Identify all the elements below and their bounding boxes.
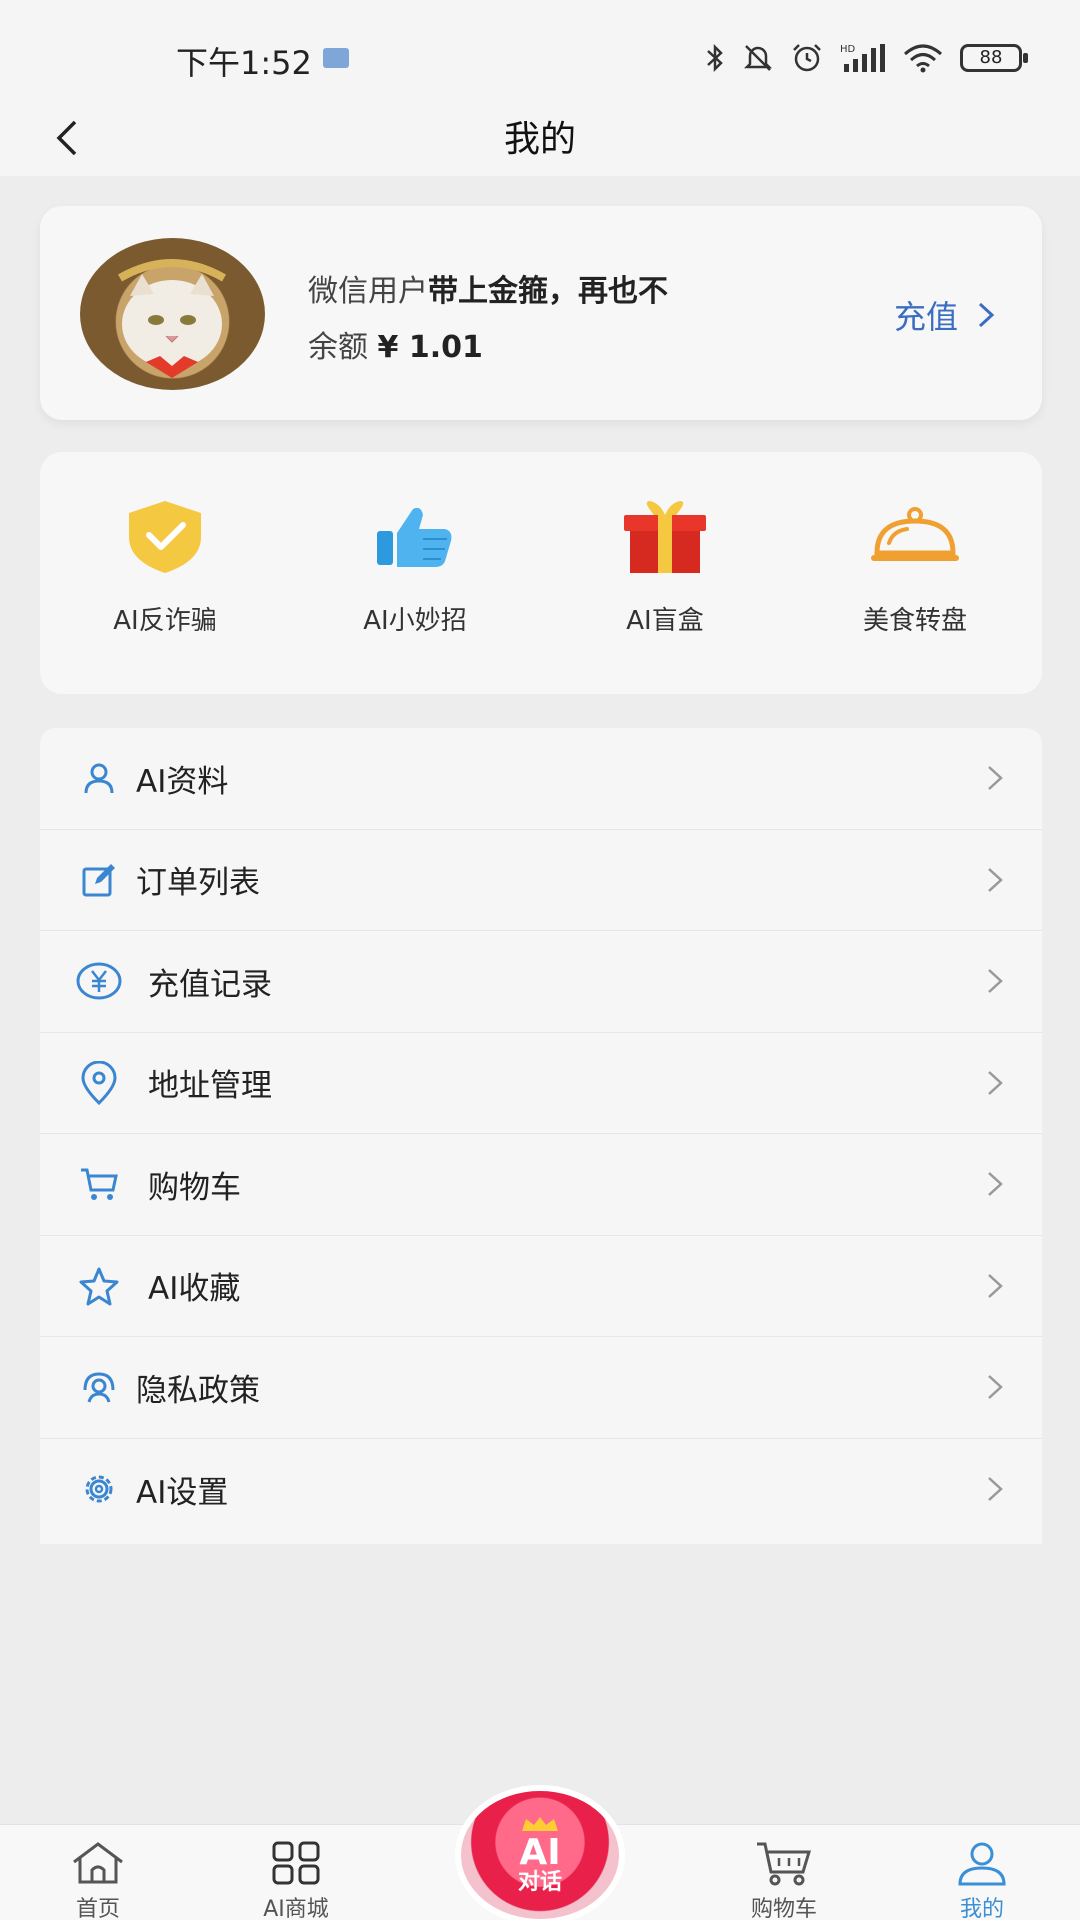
profile-card[interactable]: 微信用户带上金箍，再也不 余额 ¥ 1.01 充值 — [40, 206, 1042, 420]
svg-text:HD: HD — [840, 44, 856, 55]
battery-indicator: 88 — [960, 44, 1028, 72]
menu-item-cart[interactable]: 购物车 — [40, 1134, 1042, 1236]
menu-label: 地址管理 — [148, 1068, 272, 1105]
tab-label: 首页 — [75, 1897, 120, 1920]
shield-check-icon — [129, 501, 201, 573]
gift-box-icon — [624, 501, 706, 573]
yen-circle-icon — [76, 962, 122, 1000]
cart-icon — [81, 1168, 118, 1201]
star-icon — [79, 1267, 119, 1306]
tool-label: AI盲盒 — [626, 606, 704, 636]
bluetooth-icon — [707, 43, 723, 73]
tab-label: 我的 — [959, 1897, 1004, 1920]
menu-item-settings[interactable]: AI设置 — [40, 1439, 1042, 1541]
food-cloche-icon — [871, 507, 959, 561]
balance-value: ¥ 1.01 — [377, 330, 483, 365]
tool-ai-blind-box[interactable]: AI盲盒 — [540, 492, 790, 637]
menu-label: AI资料 — [136, 763, 229, 800]
status-time: 下午1:52 — [176, 44, 312, 82]
thumbs-up-icon — [377, 507, 452, 567]
tab-label: 购物车 — [750, 1897, 817, 1920]
tool-food-wheel[interactable]: 美食转盘 — [790, 492, 1040, 637]
notification-image-icon — [323, 48, 349, 68]
menu-item-recharge-records[interactable]: 充值记录 — [40, 931, 1042, 1033]
nav-header: 我的 — [0, 100, 1080, 176]
chevron-right-icon — [988, 1070, 1003, 1095]
status-bar: 下午1:52 HD 88 — [0, 0, 1080, 100]
mute-bell-icon — [743, 45, 773, 71]
quick-tools: AI反诈骗 AI小妙招 AI盲盒 美食转盘 — [40, 452, 1042, 694]
chevron-right-icon — [988, 1172, 1003, 1197]
tab-cart[interactable]: 购物车 — [714, 1839, 854, 1920]
menu-item-favorites[interactable]: AI收藏 — [40, 1236, 1042, 1337]
chevron-right-icon — [988, 1273, 1003, 1298]
tab-ai-mall[interactable]: AI商城 — [226, 1839, 366, 1920]
tool-label: AI小妙招 — [363, 606, 467, 636]
crown-icon — [522, 1817, 558, 1831]
tab-home[interactable]: 首页 — [28, 1839, 168, 1920]
user-name: 微信用户带上金箍，再也不 — [308, 266, 668, 310]
tool-label: 美食转盘 — [862, 606, 967, 636]
ai-chat-badge: AI 对话 — [461, 1791, 619, 1919]
page-title: 我的 — [503, 119, 576, 160]
menu-label: 隐私政策 — [136, 1372, 260, 1409]
menu-item-address[interactable]: 地址管理 — [40, 1033, 1042, 1134]
user-icon — [84, 763, 114, 794]
tab-mine[interactable]: 我的 — [912, 1839, 1052, 1920]
recharge-button[interactable]: 充值 — [894, 292, 996, 338]
cart-icon — [757, 1842, 812, 1886]
wifi-icon — [904, 44, 942, 73]
location-pin-icon — [81, 1060, 117, 1105]
tool-ai-anti-fraud[interactable]: AI反诈骗 — [40, 492, 290, 637]
balance-label: 余额 — [308, 330, 368, 365]
tab-label: AI商城 — [263, 1897, 329, 1920]
tool-ai-tips[interactable]: AI小妙招 — [290, 492, 540, 637]
avatar[interactable] — [80, 238, 265, 390]
recharge-label: 充值 — [893, 298, 958, 336]
edit-icon — [82, 863, 115, 897]
gear-icon — [85, 1475, 113, 1503]
menu-label: AI设置 — [136, 1474, 229, 1511]
chevron-right-icon — [988, 1477, 1003, 1502]
chevron-right-icon — [988, 867, 1003, 892]
menu-item-orders[interactable]: 订单列表 — [40, 830, 1042, 931]
ai-chat-title: AI — [519, 1832, 561, 1873]
status-indicators: HD 88 — [704, 38, 1028, 78]
grid-icon — [272, 1841, 320, 1885]
privacy-icon — [83, 1372, 115, 1403]
chevron-right-icon — [988, 766, 1003, 791]
menu-label: AI收藏 — [148, 1271, 241, 1308]
balance: 余额 ¥ 1.01 — [308, 322, 483, 366]
user-prefix: 微信用户 — [308, 274, 428, 309]
ai-chat-subtitle: 对话 — [517, 1870, 562, 1895]
user-icon — [958, 1842, 1006, 1886]
menu-list: AI资料 订单列表 充值记录 地址管理 购物车 AI收藏 隐私政策 AI设置 — [40, 728, 1042, 1544]
tool-label: AI反诈骗 — [113, 606, 217, 636]
menu-item-ai-profile[interactable]: AI资料 — [40, 728, 1042, 830]
profile-page: 下午1:52 HD 88 我的 微信用户带上金箍，再也不 余额 ¥ 1.01 充… — [0, 0, 1080, 1920]
cat-avatar-image — [118, 259, 226, 378]
ai-chat-button[interactable]: AI 对话 — [458, 1790, 622, 1920]
menu-item-privacy[interactable]: 隐私政策 — [40, 1337, 1042, 1439]
menu-label: 充值记录 — [148, 966, 272, 1003]
hd-signal-icon: HD — [840, 44, 885, 72]
menu-label: 购物车 — [148, 1169, 241, 1206]
chevron-right-icon — [988, 969, 1003, 994]
chevron-right-icon — [988, 1375, 1003, 1400]
chevron-right-icon — [978, 302, 995, 328]
alarm-icon — [793, 44, 821, 72]
menu-label: 订单列表 — [136, 865, 260, 902]
user-nickname: 带上金箍，再也不 — [428, 274, 668, 309]
home-icon — [73, 1842, 123, 1884]
